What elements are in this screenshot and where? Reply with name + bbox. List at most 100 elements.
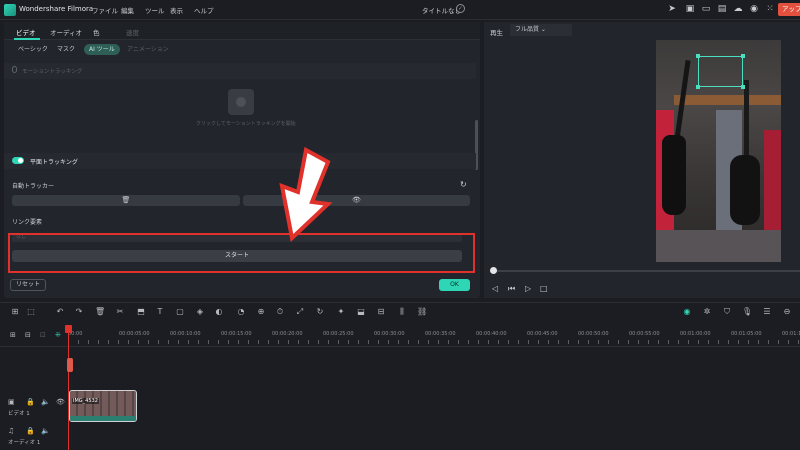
prev-frame-icon[interactable]: ◁	[492, 284, 498, 293]
video-clip[interactable]	[69, 390, 137, 422]
zoom-out-icon[interactable]: ⊖	[782, 307, 792, 316]
reset-icon[interactable]: ↻	[460, 180, 467, 189]
tab-audio[interactable]: オーディオ	[50, 27, 82, 37]
lock-icon[interactable]: 🔒	[26, 398, 35, 406]
tab-color[interactable]: 色	[93, 27, 100, 37]
ruler-tick	[678, 340, 679, 344]
ruler-tick	[708, 340, 709, 344]
color-icon[interactable]: ◐	[214, 307, 224, 316]
eye-icon[interactable]: 👁	[56, 398, 65, 406]
undo-icon[interactable]: ↶	[55, 307, 65, 316]
ruler-tick	[208, 340, 209, 344]
timer-icon[interactable]: ⏱	[275, 307, 285, 317]
ruler-tick	[318, 340, 319, 344]
cloud-icon[interactable]: ☁	[732, 4, 744, 15]
ruler-tick	[618, 340, 619, 344]
grid-icon[interactable]: ⁙	[764, 4, 776, 15]
ruler-tick	[628, 340, 629, 344]
ruler-tick	[788, 340, 789, 344]
delete-tracker-button[interactable]: 🗑	[12, 195, 240, 206]
menu-help[interactable]: ヘルプ	[194, 5, 214, 15]
reset-button[interactable]: リセット	[10, 279, 47, 291]
select-icon[interactable]: ⬚	[26, 307, 36, 316]
ruler-tick	[738, 340, 739, 344]
export-frame-icon[interactable]: ⊟	[376, 307, 386, 316]
speaker-icon[interactable]: 🔈	[41, 398, 50, 406]
planar-tracking-toggle[interactable]	[12, 157, 24, 164]
subtab-ai-tools[interactable]: AI ツール	[84, 44, 120, 55]
playhead[interactable]	[68, 327, 69, 450]
list-icon[interactable]: ☰	[762, 307, 772, 316]
text-icon[interactable]: T	[155, 307, 165, 316]
tracking-box[interactable]	[696, 54, 745, 89]
save-icon[interactable]: ▤	[716, 4, 728, 15]
ruler-tick-label: 00:00:10:00	[170, 331, 201, 337]
player-label: 再生	[490, 29, 503, 37]
ok-button[interactable]: OK	[439, 279, 470, 291]
layout-icon[interactable]: ⊞	[10, 307, 20, 316]
settings-icon[interactable]: ✲	[702, 307, 712, 316]
add-track-icon[interactable]: ⊞	[10, 331, 16, 339]
cut-icon[interactable]: ✂	[115, 307, 125, 316]
headset-icon[interactable]: ◉	[748, 4, 760, 15]
redo-icon[interactable]: ↷	[74, 307, 84, 316]
menu-edit[interactable]: 編集	[121, 5, 134, 15]
menu-view[interactable]: 表示	[170, 5, 183, 15]
playhead-handle[interactable]	[65, 325, 72, 333]
step-back-icon[interactable]: ⏮	[508, 284, 515, 294]
lock-icon[interactable]: 🔒	[26, 427, 35, 435]
adjust-icon[interactable]: ⊕	[256, 307, 266, 316]
motion-tracking-toggle[interactable]	[12, 66, 17, 73]
ruler-tick-label: 00:00:45:00	[527, 331, 558, 337]
menu-file[interactable]: ファイル	[92, 5, 118, 15]
quality-select[interactable]: フル品質 ⌄	[510, 24, 572, 36]
ruler-tick	[728, 340, 729, 344]
magnet-icon[interactable]: ⁜	[55, 331, 61, 339]
tab-underline	[14, 38, 40, 40]
mask-icon[interactable]: ▢	[175, 307, 185, 316]
ruler-tick	[448, 340, 449, 344]
crop-icon[interactable]: ⬒	[136, 307, 146, 316]
trash-icon[interactable]: 🗑	[95, 307, 105, 316]
app-name: Wondershare Filmora	[19, 5, 94, 13]
ruler-tick	[268, 340, 269, 344]
upgrade-button[interactable]: アップ	[778, 3, 800, 16]
subtab-animation[interactable]: アニメーション	[122, 44, 174, 55]
mic-icon[interactable]: 🎙	[742, 307, 752, 316]
ruler-tick	[338, 340, 339, 344]
seek-bar[interactable]	[491, 270, 800, 272]
speed-icon[interactable]: ◔	[236, 307, 246, 316]
ruler-tick	[88, 340, 89, 344]
effect-icon[interactable]: ◈	[195, 307, 205, 316]
link-element-label: リンク要素	[12, 219, 43, 226]
play-icon[interactable]: ▷	[525, 284, 531, 293]
subtab-basic[interactable]: ベーシック	[13, 44, 53, 55]
link-icon[interactable]: ⛓	[417, 307, 427, 316]
playhead-marker[interactable]	[67, 358, 73, 372]
crop-frame-icon[interactable]: ⬓	[356, 307, 366, 316]
motion-tracking-start-icon[interactable]	[228, 89, 254, 115]
motion-icon[interactable]: ↻	[315, 307, 325, 316]
gift-icon[interactable]: ▣	[684, 4, 696, 15]
render-icon[interactable]: ◉	[682, 307, 692, 316]
shield-icon[interactable]: ⛉	[722, 307, 732, 317]
menu-tools[interactable]: ツール	[145, 5, 165, 15]
stop-icon[interactable]: □	[540, 284, 548, 293]
tab-speed[interactable]: 速度	[126, 27, 139, 37]
monitor-icon[interactable]: ▭	[700, 4, 712, 15]
subtab-mask[interactable]: マスク	[52, 44, 80, 55]
speaker-icon[interactable]: 🔈	[41, 427, 50, 435]
ruler-tick	[688, 340, 689, 344]
folder-icon[interactable]: ⊟	[25, 331, 31, 339]
tab-video[interactable]: ビデオ	[16, 27, 36, 37]
snap-icon[interactable]: ⊡	[40, 331, 46, 339]
ruler-tick-label: 00:00:50:00	[578, 331, 609, 337]
ruler-tick	[568, 340, 569, 344]
motion-tracking-hint: クリックしてモーショントラッキングを開始	[196, 121, 296, 127]
ai-icon[interactable]: ✦	[336, 307, 346, 316]
title-bar	[0, 0, 800, 20]
seek-handle[interactable]	[490, 267, 497, 274]
split-icon[interactable]: ⫼	[397, 307, 407, 317]
send-icon[interactable]: ➤	[666, 4, 678, 15]
transform-icon[interactable]: ⤢	[295, 307, 305, 317]
